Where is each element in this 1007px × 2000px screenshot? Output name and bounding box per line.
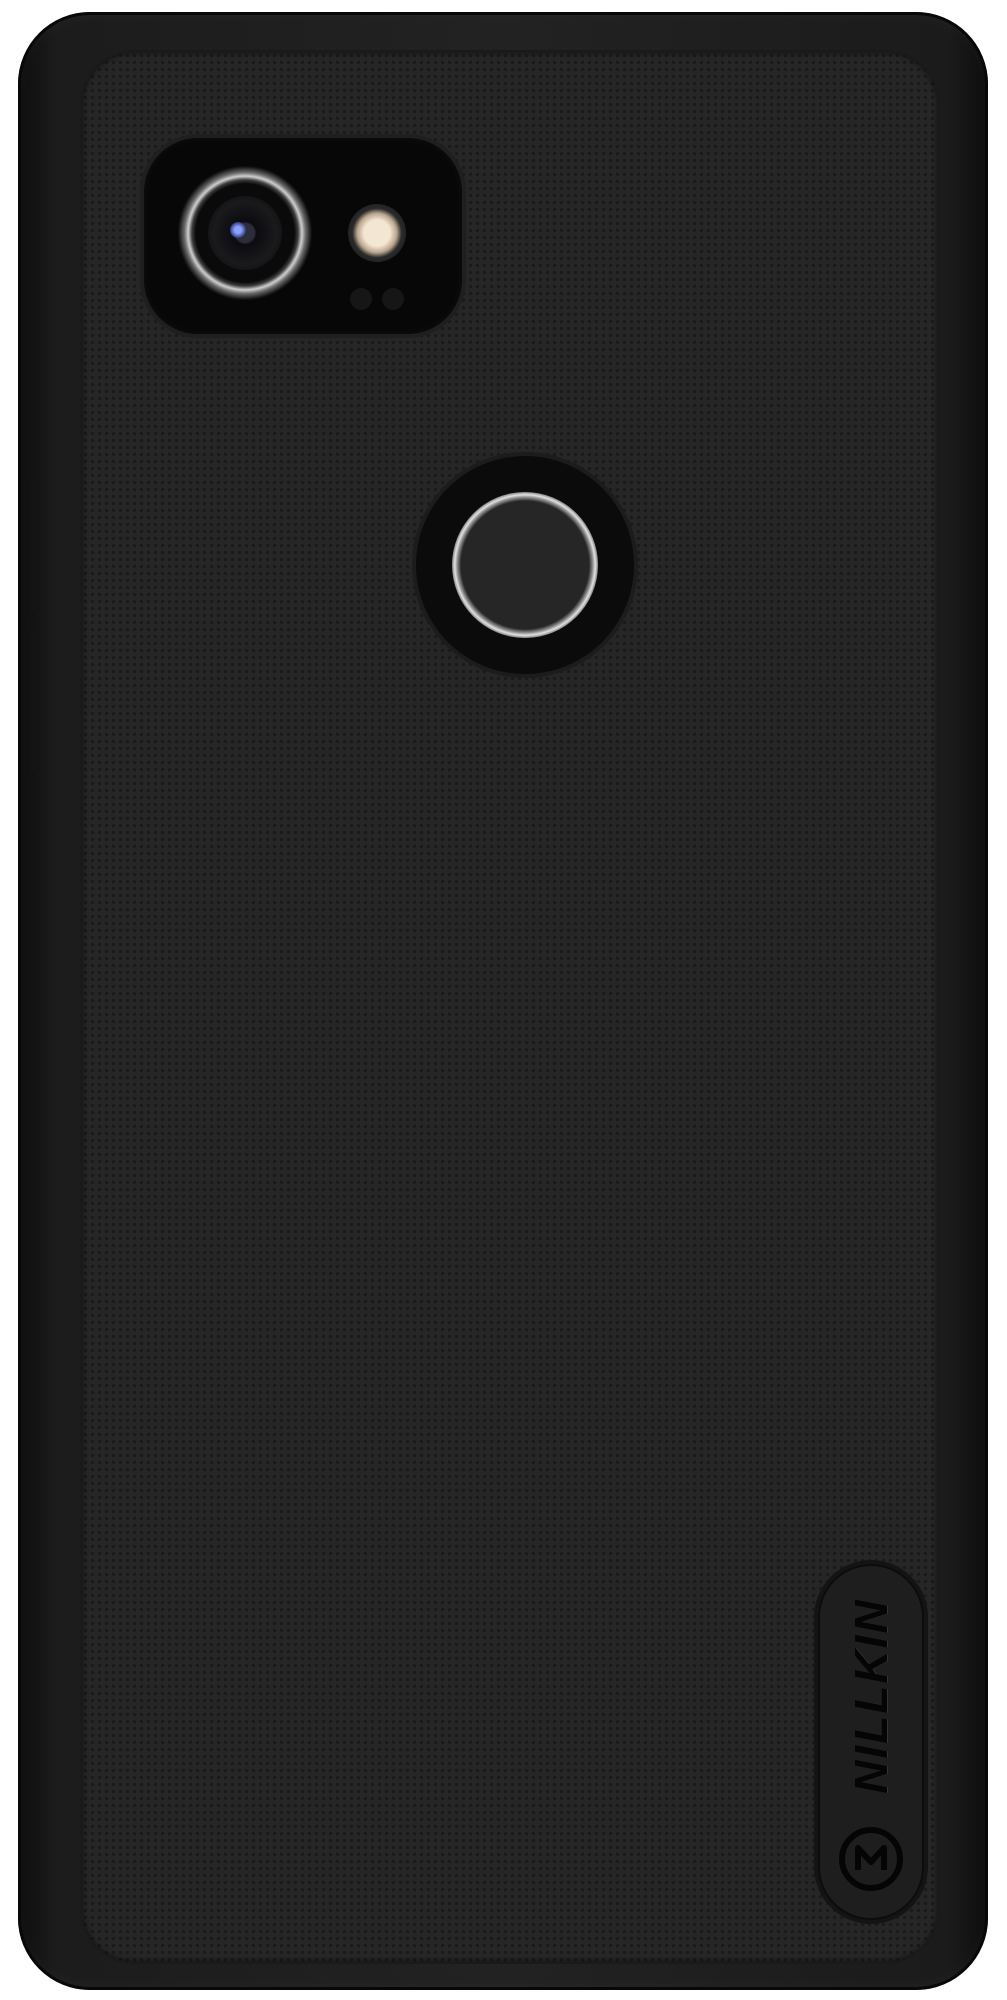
phone-case: NILLKIN bbox=[18, 12, 988, 1990]
textured-case-back bbox=[82, 52, 938, 1962]
lens-glint bbox=[230, 222, 246, 238]
fingerprint-sensor-icon bbox=[452, 492, 598, 638]
side-button-cutout bbox=[30, 482, 40, 612]
flash-icon bbox=[348, 204, 406, 262]
sensor-dot bbox=[350, 288, 372, 310]
brand-logo-badge: NILLKIN bbox=[818, 1564, 924, 1920]
brand-logo-text: NILLKIN bbox=[845, 1598, 897, 1794]
lens-glass bbox=[208, 196, 282, 270]
camera-module bbox=[144, 138, 462, 334]
camera-lens-icon bbox=[178, 166, 312, 300]
nillkin-emblem-icon bbox=[839, 1827, 903, 1891]
sensor-dot bbox=[382, 288, 404, 310]
side-button-cutout bbox=[30, 632, 40, 772]
fingerprint-cutout bbox=[416, 456, 634, 674]
